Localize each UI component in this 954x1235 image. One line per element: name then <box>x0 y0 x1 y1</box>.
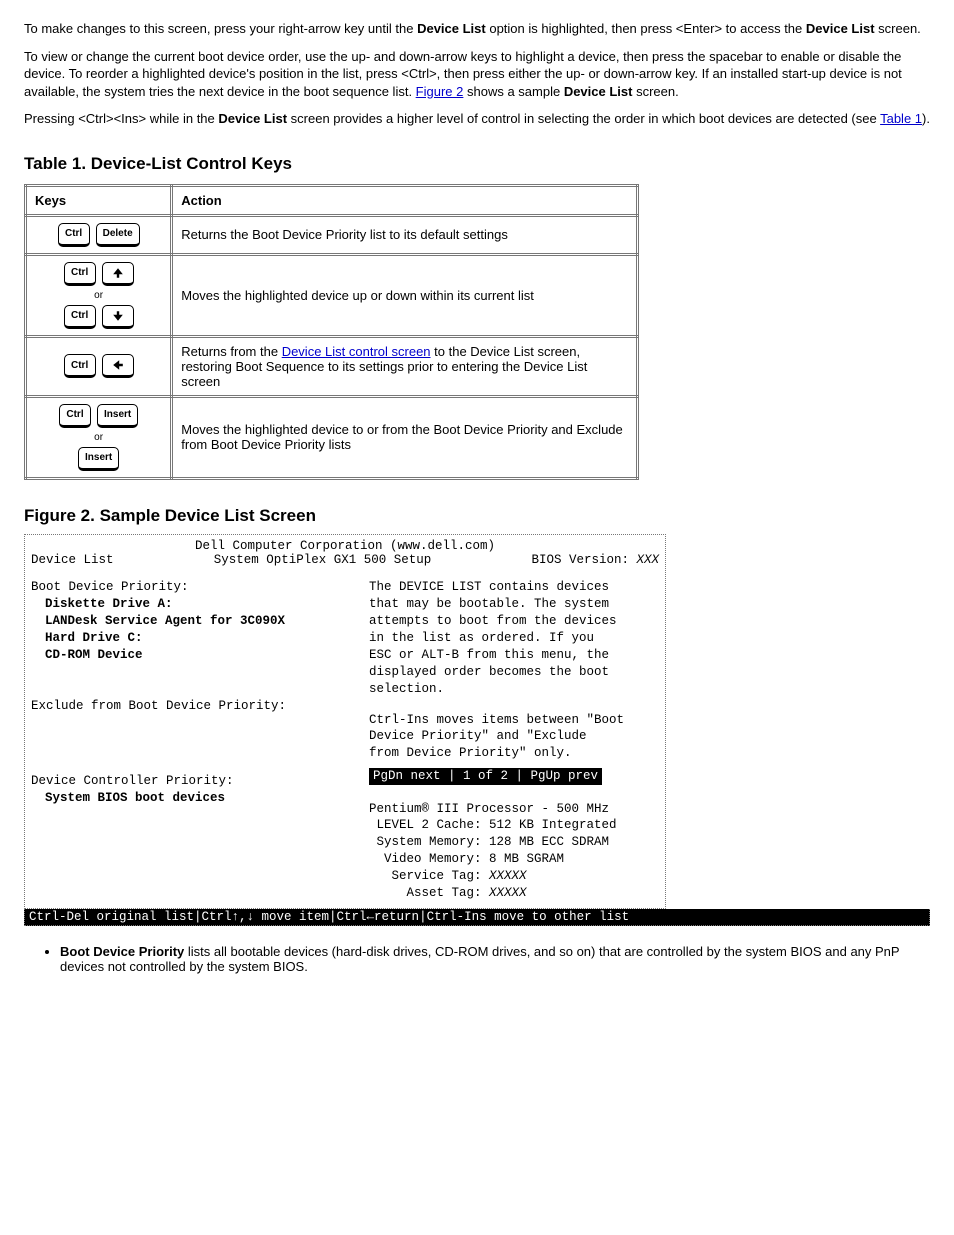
sysinfo-line: Video Memory: 8 MB SGRAM <box>369 851 659 868</box>
boot-item: CD-ROM Device <box>31 647 351 664</box>
ctrl-key-icon: Ctrl <box>64 262 96 286</box>
ctrl-key-icon: Ctrl <box>64 305 96 329</box>
action-text: Returns the Boot Device Priority list to… <box>172 215 638 254</box>
figure-2-caption: Figure 2. Sample Device List Screen <box>24 506 930 526</box>
intro-para-3: Pressing <Ctrl><Ins> while in the Device… <box>24 110 930 128</box>
table-row: Ctrl Delete Returns the Boot Device Prio… <box>26 215 638 254</box>
insert-key-icon: Insert <box>97 404 138 428</box>
bios-left-title: Device List <box>31 553 114 567</box>
intro-para-1: To make changes to this screen, press yo… <box>24 20 930 38</box>
boot-item: Diskette Drive A: <box>31 596 351 613</box>
sysinfo-line: Pentium® III Processor - 500 MHz <box>369 801 659 818</box>
ctrl-key-icon: Ctrl <box>59 404 91 428</box>
sysinfo-line: Asset Tag: XXXXX <box>369 885 659 902</box>
exclude-heading: Exclude from Boot Device Priority: <box>31 698 351 715</box>
bios-footer-keys: Ctrl-Del original list|Ctrl↑,↓ move item… <box>24 909 930 926</box>
col-action-header: Action <box>172 185 638 215</box>
boot-item: Hard Drive C: <box>31 630 351 647</box>
bios-help-para2: Ctrl-Ins moves items between "Boot Devic… <box>369 712 659 763</box>
sysinfo-line: System Memory: 128 MB ECC SDRAM <box>369 834 659 851</box>
action-text: Returns from the Device List control scr… <box>172 336 638 396</box>
note-item: Boot Device Priority lists all bootable … <box>60 944 930 974</box>
bios-help-para1: The DEVICE LIST contains devices that ma… <box>369 579 659 697</box>
or-label: or <box>35 290 162 301</box>
bios-pager: PgDn next | 1 of 2 | PgUp prev <box>369 768 602 784</box>
bios-right-title: BIOS Version: XXX <box>531 553 659 567</box>
table-row: Ctrl or Ctrl Moves the highlighted devic… <box>26 254 638 336</box>
boot-item: LANDesk Service Agent for 3C090X <box>31 613 351 630</box>
controller-priority-heading: Device Controller Priority: <box>31 773 351 790</box>
intro-para-2: To view or change the current boot devic… <box>24 48 930 101</box>
sysinfo-line: LEVEL 2 Cache: 512 KB Integrated <box>369 817 659 834</box>
device-list-control-link[interactable]: Device List control screen <box>282 344 431 359</box>
arrow-up-icon <box>102 262 134 286</box>
ctrl-key-icon: Ctrl <box>64 354 96 378</box>
action-text: Moves the highlighted device to or from … <box>172 396 638 478</box>
table-row: Ctrl Insert or Insert Moves the highligh… <box>26 396 638 478</box>
col-keys-header: Keys <box>26 185 172 215</box>
delete-key-icon: Delete <box>96 223 140 247</box>
bios-center-title: System OptiPlex GX1 500 Setup <box>214 553 432 567</box>
boot-priority-heading: Boot Device Priority: <box>31 579 351 596</box>
device-list-keys-table: Keys Action Ctrl Delete Returns the Boot… <box>24 184 639 480</box>
insert-key-icon: Insert <box>78 447 119 471</box>
sysinfo-line: Service Tag: XXXXX <box>369 868 659 885</box>
arrow-left-icon <box>102 354 134 378</box>
figure-2-link[interactable]: Figure 2 <box>416 84 464 99</box>
arrow-down-icon <box>102 305 134 329</box>
or-label: or <box>35 432 162 443</box>
table-row: Ctrl Returns from the Device List contro… <box>26 336 638 396</box>
table-1-caption: Table 1. Device-List Control Keys <box>24 154 930 174</box>
action-text: Moves the highlighted device up or down … <box>172 254 638 336</box>
ctrl-key-icon: Ctrl <box>58 223 90 247</box>
bios-screen: Dell Computer Corporation (www.dell.com)… <box>24 534 666 909</box>
bios-corp-line: Dell Computer Corporation (www.dell.com) <box>31 539 659 553</box>
controller-item: System BIOS boot devices <box>31 790 351 807</box>
table-1-link-inline[interactable]: Table 1 <box>880 111 922 126</box>
